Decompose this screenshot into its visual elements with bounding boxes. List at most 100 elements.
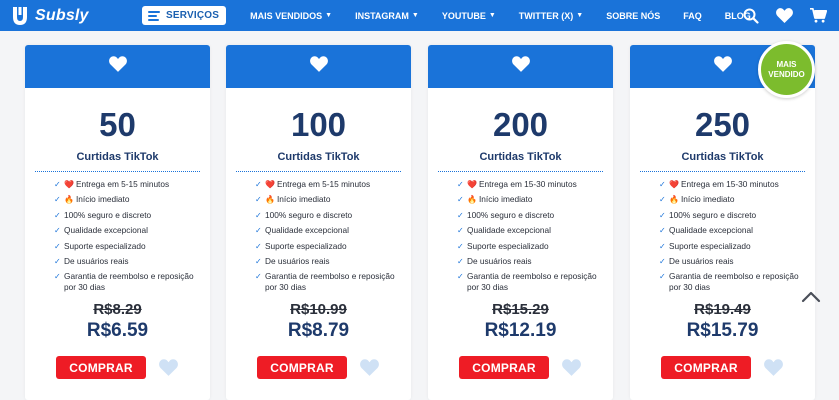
check-icon: ✓ xyxy=(457,241,464,251)
quantity: 200 xyxy=(492,106,549,143)
new-price: R$6.59 xyxy=(86,320,149,342)
feature-item: ✓ Qualidade excepcional xyxy=(255,225,403,236)
caret-down-icon: ▼ xyxy=(576,12,584,19)
check-icon: ✓ xyxy=(457,256,464,266)
feature-text: De usuários reais xyxy=(265,255,330,266)
search-icon[interactable] xyxy=(743,8,759,24)
feature-text: Início imediato xyxy=(478,194,533,205)
nav-item-sobre-n-s[interactable]: SOBRE NÓS xyxy=(606,11,660,21)
feature-text: Garantia de reembolso e reposição por 30… xyxy=(265,271,395,293)
buy-button[interactable]: COMPRAR xyxy=(257,356,347,380)
favorite-heart-icon[interactable] xyxy=(562,359,581,377)
card-actions: COMPRAR xyxy=(226,356,411,380)
feature-text: Qualidade excepcional xyxy=(64,225,148,236)
logo-mark-icon xyxy=(12,6,28,26)
divider xyxy=(35,171,200,172)
card-actions: COMPRAR xyxy=(428,356,613,380)
feature-item: ✓ 100% seguro e discreto xyxy=(457,210,605,221)
feature-item: ✓ De usuários reais xyxy=(457,256,605,267)
check-icon: ✓ xyxy=(54,241,61,251)
nav-item-instagram[interactable]: INSTAGRAM ▼ xyxy=(355,11,419,21)
favorite-heart-icon[interactable] xyxy=(360,359,379,377)
feature-text: 100% seguro e discreto xyxy=(669,209,757,220)
feature-text: Garantia de reembolso e reposição por 30… xyxy=(467,271,597,293)
product-label: Curtidas TikTok xyxy=(479,151,562,163)
feature-item: ✓ ❤️ Entrega em 5-15 minutos xyxy=(255,179,403,190)
caret-down-icon: ▼ xyxy=(411,12,419,19)
buy-button[interactable]: COMPRAR xyxy=(459,356,549,380)
check-icon: ✓ xyxy=(255,180,262,189)
card-actions: COMPRAR xyxy=(25,356,210,380)
quantity: 50 xyxy=(99,106,136,143)
feature-item: ✓ Garantia de reembolso e reposição por 3… xyxy=(659,271,807,293)
check-icon: ✓ xyxy=(659,256,666,266)
heart-icon xyxy=(713,56,732,77)
feature-text: Garantia de reembolso e reposição por 30… xyxy=(64,271,194,293)
feature-text: Entrega em 5-15 minutos xyxy=(276,179,371,189)
nav-item-mais-vendidos[interactable]: MAIS VENDIDOS ▼ xyxy=(250,11,332,21)
product-card: 100 Curtidas TikTok ✓ ❤️ Entrega em 5-15 min… xyxy=(226,45,411,400)
feature-item: ✓ ❤️ Entrega em 5-15 minutos xyxy=(54,179,202,190)
feature-item: ✓ ❤️ Entrega em 15-30 minutos xyxy=(659,179,807,190)
feature-text: Entrega em 5-15 minutos xyxy=(75,179,170,189)
buy-button[interactable]: COMPRAR xyxy=(661,356,751,380)
heart-icon xyxy=(511,56,530,77)
product-label: Curtidas TikTok xyxy=(681,151,764,163)
feature-emoji-icon: 🔥 xyxy=(467,195,477,205)
feature-text: De usuários reais xyxy=(669,255,734,266)
favorite-heart-icon[interactable] xyxy=(159,359,178,377)
caret-down-icon: ▼ xyxy=(325,12,333,19)
feature-emoji-icon: 🔥 xyxy=(669,195,679,205)
feature-list: ✓ ❤️ Entrega em 15-30 minutos ✓ 🔥 Início imed… xyxy=(428,179,613,293)
services-button[interactable]: SERVIÇOS xyxy=(142,6,227,25)
feature-item: ✓ Garantia de reembolso e reposição por 3… xyxy=(54,271,202,293)
feature-emoji-icon: ❤️ xyxy=(467,180,477,189)
nav-item-label: YOUTUBE xyxy=(441,10,486,21)
heart-icon xyxy=(108,56,127,77)
nav-item-label: INSTAGRAM xyxy=(355,10,409,21)
check-icon: ✓ xyxy=(659,241,666,251)
logo[interactable]: Subsly xyxy=(12,6,122,26)
quantity: 250 xyxy=(694,106,751,143)
feature-item: ✓ De usuários reais xyxy=(659,256,807,267)
feature-item: ✓ Suporte especializado xyxy=(659,241,807,252)
check-icon: ✓ xyxy=(457,272,464,282)
scroll-to-top-chevron-icon[interactable] xyxy=(801,290,821,308)
check-icon: ✓ xyxy=(659,195,666,205)
check-icon: ✓ xyxy=(457,226,464,236)
check-icon: ✓ xyxy=(255,210,262,220)
nav-item-twitter-x[interactable]: TWITTER (X) ▼ xyxy=(519,11,583,21)
feature-text: De usuários reais xyxy=(64,255,129,266)
feature-text: Qualidade excepcional xyxy=(467,225,551,236)
heart-icon[interactable] xyxy=(776,8,793,23)
nav-item-youtube[interactable]: YOUTUBE ▼ xyxy=(442,11,496,21)
feature-text: 100% seguro e discreto xyxy=(467,209,555,220)
quantity: 100 xyxy=(290,106,347,143)
check-icon: ✓ xyxy=(255,226,262,236)
check-icon: ✓ xyxy=(457,210,464,220)
nav-item-faq[interactable]: FAQ xyxy=(683,11,702,21)
feature-text: Entrega em 15-30 minutos xyxy=(680,179,779,189)
check-icon: ✓ xyxy=(54,256,61,266)
divider xyxy=(640,171,805,172)
nav-item-label: FAQ xyxy=(683,10,702,21)
feature-item: ✓ Qualidade excepcional xyxy=(54,225,202,236)
buy-button[interactable]: COMPRAR xyxy=(56,356,146,380)
feature-emoji-icon: ❤️ xyxy=(265,180,275,189)
favorite-heart-icon[interactable] xyxy=(764,359,783,377)
check-icon: ✓ xyxy=(659,180,666,189)
cart-icon[interactable] xyxy=(810,8,827,23)
feature-list: ✓ ❤️ Entrega em 5-15 minutos ✓ 🔥 Início imedi… xyxy=(25,179,210,293)
feature-item: ✓ 🔥 Início imediato xyxy=(54,194,202,205)
card-actions: COMPRAR xyxy=(630,356,815,380)
card-header xyxy=(226,45,411,88)
caret-down-icon: ▼ xyxy=(488,12,496,19)
old-price: R$10.99 xyxy=(290,301,347,319)
nav-item-label: MAIS VENDIDOS xyxy=(250,10,323,21)
feature-item: ✓ Garantia de reembolso e reposição por 3… xyxy=(255,271,403,293)
feature-text: 100% seguro e discreto xyxy=(64,209,152,220)
feature-text: Início imediato xyxy=(276,194,331,205)
feature-emoji-icon: ❤️ xyxy=(669,180,679,189)
new-price: R$12.19 xyxy=(484,320,557,342)
feature-item: ✓ ❤️ Entrega em 15-30 minutos xyxy=(457,179,605,190)
